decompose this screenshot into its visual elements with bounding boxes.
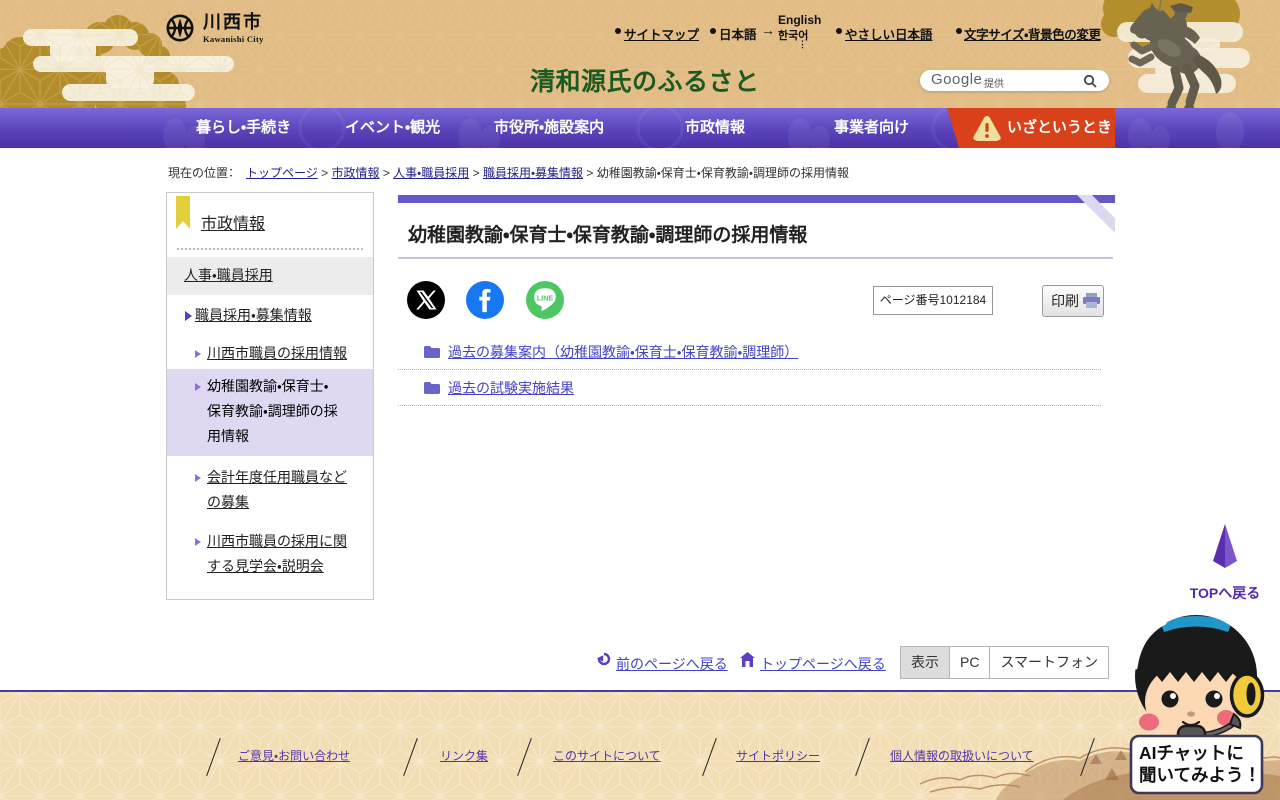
svg-text:LINE: LINE [537,293,554,302]
svg-text:AIチャットに: AIチャットに [1139,743,1244,763]
svg-text:聞いてみよう！: 聞いてみよう！ [1139,765,1261,785]
